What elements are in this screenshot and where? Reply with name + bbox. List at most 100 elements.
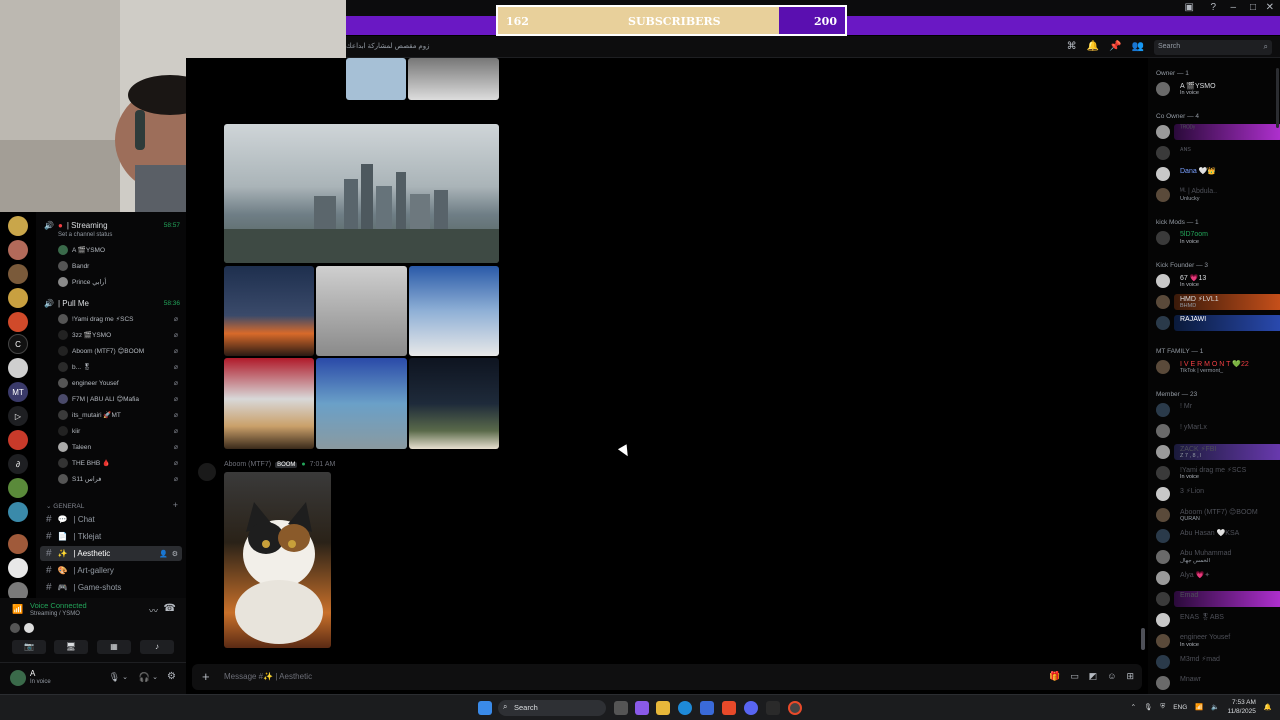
sticker-icon[interactable]: ◩ (1089, 671, 1098, 682)
scrollbar[interactable] (1141, 628, 1145, 650)
start-menu-icon[interactable] (478, 701, 492, 715)
soundboard-button[interactable]: ♪ (140, 640, 174, 654)
channel-art-gallery[interactable]: # 🎨 | Art-gallery (40, 563, 182, 578)
voice-user[interactable]: Aboom (MTF7) 😊BOOM (58, 344, 144, 358)
signal-icon[interactable]: 📶 (12, 604, 23, 615)
attachment-image-street[interactable] (224, 358, 314, 449)
mic-tray-icon[interactable]: 🎙 (1144, 703, 1152, 711)
avatar[interactable] (1156, 360, 1170, 374)
task-view-icon[interactable] (614, 701, 628, 715)
inbox-icon[interactable]: ▣ (1185, 2, 1194, 13)
member-item[interactable]: Emad (1156, 590, 1280, 608)
message-input[interactable]: + Message #✨ | Aesthetic 🎁 ▭ ◩ ☺ ⊞ (192, 664, 1142, 690)
avatar[interactable] (1156, 188, 1170, 202)
server-icon[interactable] (8, 240, 28, 260)
avatar[interactable] (1156, 146, 1170, 160)
voice-user[interactable]: b... 🎖 (58, 360, 91, 374)
voice-user[interactable]: Prince أرابي (58, 275, 106, 289)
server-icon[interactable] (8, 558, 28, 578)
voice-user[interactable]: !Yami drag me ⚡SCS (58, 312, 134, 326)
chevron-up-icon[interactable]: ⌃ (1131, 703, 1136, 711)
xbox-icon[interactable] (766, 701, 780, 715)
member-item[interactable]: ᴹᴸ | Abdula.. Unlucky (1156, 186, 1278, 204)
taskbar-search[interactable]: ⌕ Search (498, 700, 606, 716)
voice-channel-pull-me[interactable]: 🔊 | Pull Me (44, 296, 89, 310)
attachment-image-cat[interactable] (224, 472, 331, 648)
voice-user[interactable]: 3zz 🎬YSMO (58, 328, 111, 342)
voice-user[interactable]: S11 فراس (58, 472, 101, 486)
discord-icon[interactable] (744, 701, 758, 715)
avatar[interactable] (1156, 424, 1170, 438)
apps-icon[interactable]: ⊞ (1126, 671, 1134, 682)
avatar[interactable] (1156, 676, 1170, 690)
threads-icon[interactable]: ⌘ (1067, 41, 1077, 52)
avatar[interactable] (1156, 571, 1170, 585)
server-icon[interactable] (8, 430, 28, 450)
member-item[interactable]: I V E R M O N T 💚22 TikTok | vermont_ (1156, 358, 1278, 376)
member-item[interactable]: RAJAWI (1156, 314, 1280, 332)
avatar[interactable] (1156, 316, 1170, 330)
server-icon[interactable] (8, 358, 28, 378)
channel-aesthetic[interactable]: # ✨ | Aesthetic ⚙ 👤 (40, 546, 182, 561)
member-item[interactable]: ! yMarLx (1156, 422, 1278, 440)
voice-user[interactable]: A 🎬YSMO (58, 243, 105, 257)
attachment-image-storefront[interactable] (316, 266, 407, 356)
category-general[interactable]: ⌄ GENERAL (46, 502, 84, 510)
voice-channel-streaming[interactable]: 🔊 ● | Streaming (44, 218, 108, 232)
member-item[interactable]: ENAS 🎖ABS (1156, 611, 1278, 629)
microphone-icon[interactable]: 🎙 (109, 672, 120, 683)
members-icon[interactable]: 👥 (1132, 41, 1144, 52)
avatar[interactable] (1156, 445, 1170, 459)
avatar[interactable] (1156, 403, 1170, 417)
voice-user[interactable]: F7M | ABU ALI 😊Mafia (58, 392, 139, 406)
obs-icon[interactable] (788, 701, 802, 715)
member-scrollbar[interactable] (1276, 68, 1279, 128)
gift-icon[interactable]: 🎁 (1049, 671, 1060, 682)
notification-bell-icon[interactable]: 🔔 (1264, 703, 1272, 711)
avatar[interactable] (1156, 167, 1170, 181)
voice-channel-name[interactable]: Streaming / YSMO (30, 611, 80, 617)
member-item[interactable]: 5lD7oom In voice (1156, 229, 1278, 247)
volume-icon[interactable]: 🔈 (1211, 703, 1219, 711)
avatar[interactable] (24, 623, 34, 633)
author-name[interactable]: Aboom (MTF7) (224, 461, 271, 468)
voice-user[interactable]: Bandr (58, 259, 89, 273)
voice-user[interactable]: Taleen (58, 440, 91, 454)
wifi-icon[interactable]: 📶 (1195, 703, 1203, 711)
member-item[interactable]: Abu Hasan 🤍KSA (1156, 527, 1278, 545)
member-item[interactable]: Mnawr (1156, 674, 1278, 692)
member-item[interactable]: HMD ⚡LVL1 BHMD (1156, 293, 1280, 311)
disconnect-icon[interactable]: ☎ (164, 603, 176, 614)
avatar[interactable] (10, 623, 20, 633)
server-icon[interactable] (8, 312, 28, 332)
chevron-down-icon[interactable]: ⌄ (122, 673, 128, 681)
channel-status[interactable]: Set a channel status (58, 232, 112, 238)
attachment-image[interactable] (408, 58, 499, 100)
avatar[interactable] (1156, 508, 1170, 522)
emoji-icon[interactable]: ☺ (1107, 671, 1116, 682)
store-icon[interactable] (700, 701, 714, 715)
avatar[interactable] (1156, 592, 1170, 606)
help-icon[interactable]: ? (1210, 2, 1216, 13)
camera-button[interactable]: 📷 (12, 640, 46, 654)
member-item[interactable]: engineer Yousef In voice (1156, 632, 1278, 650)
member-item[interactable]: A 🎬YSMO In voice (1156, 80, 1278, 98)
user-settings-icon[interactable]: ⚙ (167, 671, 176, 682)
copilot-icon[interactable] (635, 701, 649, 715)
member-item[interactable]: Alya 💗✦ (1156, 569, 1278, 587)
server-icon[interactable]: MT (8, 382, 28, 402)
attachment-image-mall[interactable] (409, 266, 499, 356)
server-icon[interactable]: ∂ (8, 454, 28, 474)
server-icon[interactable] (8, 502, 28, 522)
avatar[interactable] (1156, 82, 1170, 96)
channel-tklejat[interactable]: # 📄 | Tklejat (40, 529, 182, 544)
search-input[interactable]: Search ⌕ (1154, 40, 1272, 55)
member-item[interactable]: ZACK ⚡FBI Z 7 , 8 , l (1156, 443, 1280, 461)
server-icon[interactable] (8, 478, 28, 498)
avatar[interactable] (1156, 550, 1170, 564)
close-window-icon[interactable]: ✕ (1266, 2, 1274, 13)
voice-user[interactable]: its_mutairi 🚀MT (58, 408, 121, 422)
clock[interactable]: 7:53 AM 11/8/2025 (1227, 698, 1255, 716)
server-icon[interactable]: ▷ (8, 406, 28, 426)
member-item[interactable]: ᴀɴs (1156, 144, 1278, 162)
